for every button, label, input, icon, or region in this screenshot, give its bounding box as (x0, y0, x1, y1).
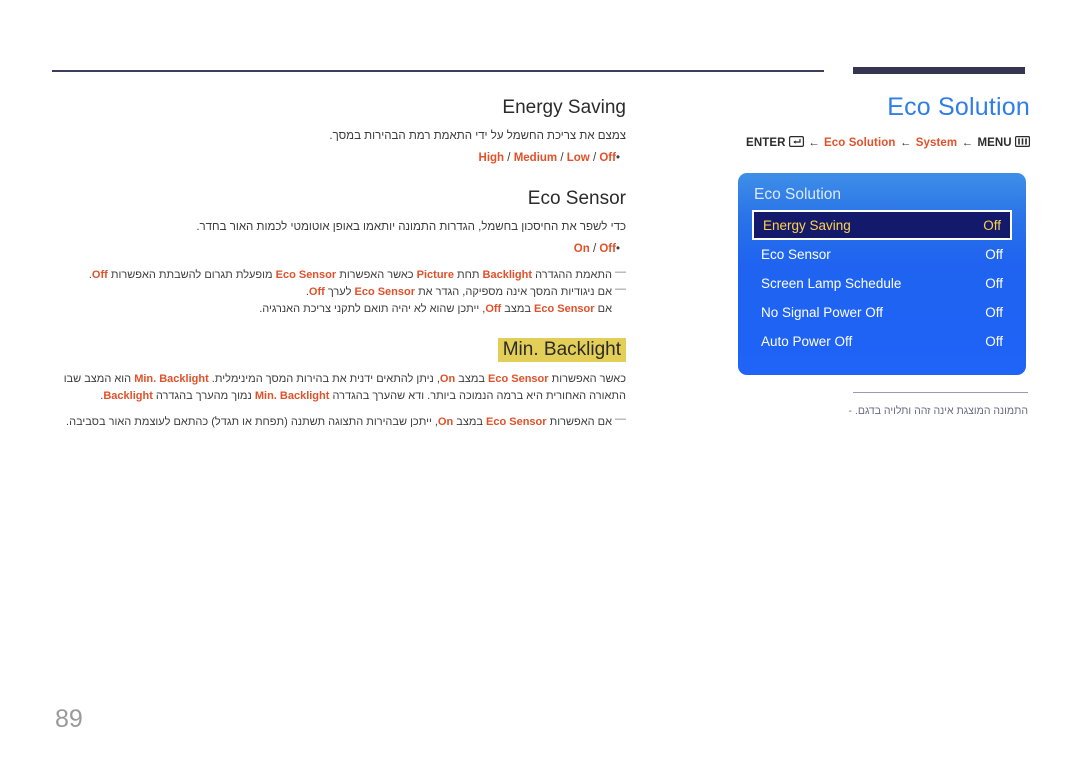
osd-item-label: Energy Saving (763, 217, 851, 233)
note-item: אם Eco Sensor במצב Off, ייתכן שהוא לא יה… (40, 301, 626, 318)
eco-sensor-description: כדי לשפר את החיסכון בחשמל, הגדרות התמונה… (196, 221, 626, 233)
section-heading-highlight: Min. Backlight (497, 338, 626, 362)
note-text: אם Eco Sensor במצב Off, ייתכן שהוא לא יה… (259, 303, 612, 315)
section-heading-energy-saving: Energy Saving (502, 97, 626, 118)
osd-panel-title: Eco Solution (754, 186, 842, 203)
osd-item-auto-power-off[interactable]: Auto Power Off Off (752, 327, 1012, 356)
min-backlight-paragraph: כאשר האפשרות Eco Sensor במצב On, ניתן לה… (63, 373, 626, 402)
footnote-dash: - (848, 405, 853, 417)
osd-menu-panel[interactable]: Eco Solution Energy Saving Off Eco Senso… (738, 173, 1026, 375)
energy-saving-options-row: •High / Medium / Low / Off (40, 149, 626, 167)
page-number: 89 (55, 705, 83, 733)
right-column: Eco Solution ENTER ← Eco Solution ← Syst… (700, 92, 1031, 150)
osd-item-eco-sensor[interactable]: Eco Sensor Off (752, 240, 1012, 269)
osd-item-label: Screen Lamp Schedule (761, 276, 902, 291)
osd-item-value: Off (985, 247, 1003, 262)
footnote-text: התמונה המוצגת אינה זהה ותלויה בדגם. (854, 405, 1028, 417)
footnote-block: התמונה המוצגת אינה זהה ותלויה בדגם. - (740, 392, 1028, 418)
breadcrumb-menu-label: MENU (977, 137, 1012, 149)
bullet-marker: • (615, 243, 620, 255)
note-item: — התאמת ההגדרה Backlight תחת Picture כאש… (40, 266, 626, 284)
osd-item-value: Off (983, 217, 1001, 233)
breadcrumb-item-system[interactable]: System (916, 137, 958, 149)
breadcrumb-arrow-1: ← (808, 137, 820, 149)
section-heading-eco-sensor: Eco Sensor (527, 188, 626, 209)
breadcrumb-arrow-2: ← (899, 137, 912, 149)
enter-key-icon (788, 136, 804, 150)
bullet-marker: • (615, 152, 620, 164)
energy-saving-description: צמצם את צריכת החשמל על ידי התאמת רמת הבה… (329, 130, 626, 142)
osd-item-energy-saving[interactable]: Energy Saving Off (752, 210, 1012, 240)
footnote-text-row: התמונה המוצגת אינה זהה ותלויה בדגם. - (740, 404, 1028, 418)
osd-item-screen-lamp-schedule[interactable]: Screen Lamp Schedule Off (752, 269, 1012, 298)
note-item: — אם ניגודיות המסך אינה מספיקה, הגדר את … (40, 283, 626, 301)
osd-menu-list: Energy Saving Off Eco Sensor Off Screen … (738, 210, 1026, 356)
note-text: אם ניגודיות המסך אינה מספיקה, הגדר את Ec… (305, 286, 612, 298)
osd-item-no-signal-power-off[interactable]: No Signal Power Off Off (752, 298, 1012, 327)
osd-item-value: Off (985, 305, 1003, 320)
min-backlight-notes: — אם האפשרות Eco Sensor במצב On, ייתכן ש… (40, 413, 626, 431)
menu-grid-icon (1015, 136, 1031, 150)
energy-saving-options: High / Medium / Low / Off (478, 152, 616, 164)
footnote-divider (853, 392, 1028, 393)
note-item: — אם האפשרות Eco Sensor במצב On, ייתכן ש… (40, 413, 626, 431)
osd-item-label: Eco Sensor (761, 247, 831, 262)
breadcrumb-enter-label: ENTER (746, 137, 786, 149)
section-heading-min-backlight: Min. Backlight (40, 338, 626, 362)
eco-sensor-options: On / Off (573, 243, 616, 255)
note-dash-icon: — (615, 413, 626, 425)
note-dash-icon: — (615, 283, 626, 295)
osd-item-value: Off (985, 276, 1003, 291)
osd-item-label: Auto Power Off (761, 334, 853, 349)
osd-item-value: Off (985, 334, 1003, 349)
main-content: Energy Saving צמצם את צריכת החשמל על ידי… (40, 96, 626, 431)
eco-sensor-notes: — התאמת ההגדרה Backlight תחת Picture כאש… (40, 266, 626, 318)
breadcrumb-item-eco-solution[interactable]: Eco Solution (824, 137, 895, 149)
breadcrumb-arrow-3: ← (961, 137, 974, 149)
header-divider-left (52, 70, 824, 72)
note-text: התאמת ההגדרה Backlight תחת Picture כאשר … (88, 269, 612, 281)
eco-sensor-options-row: •On / Off (40, 240, 626, 258)
breadcrumb: ENTER ← Eco Solution ← System ← MENU (700, 136, 1031, 150)
note-text: אם האפשרות Eco Sensor במצב On, ייתכן שבה… (66, 416, 612, 428)
osd-item-label: No Signal Power Off (761, 305, 884, 320)
header-bar-right (853, 67, 1025, 74)
page-title: Eco Solution (887, 93, 1030, 121)
note-dash-icon: — (615, 266, 626, 278)
